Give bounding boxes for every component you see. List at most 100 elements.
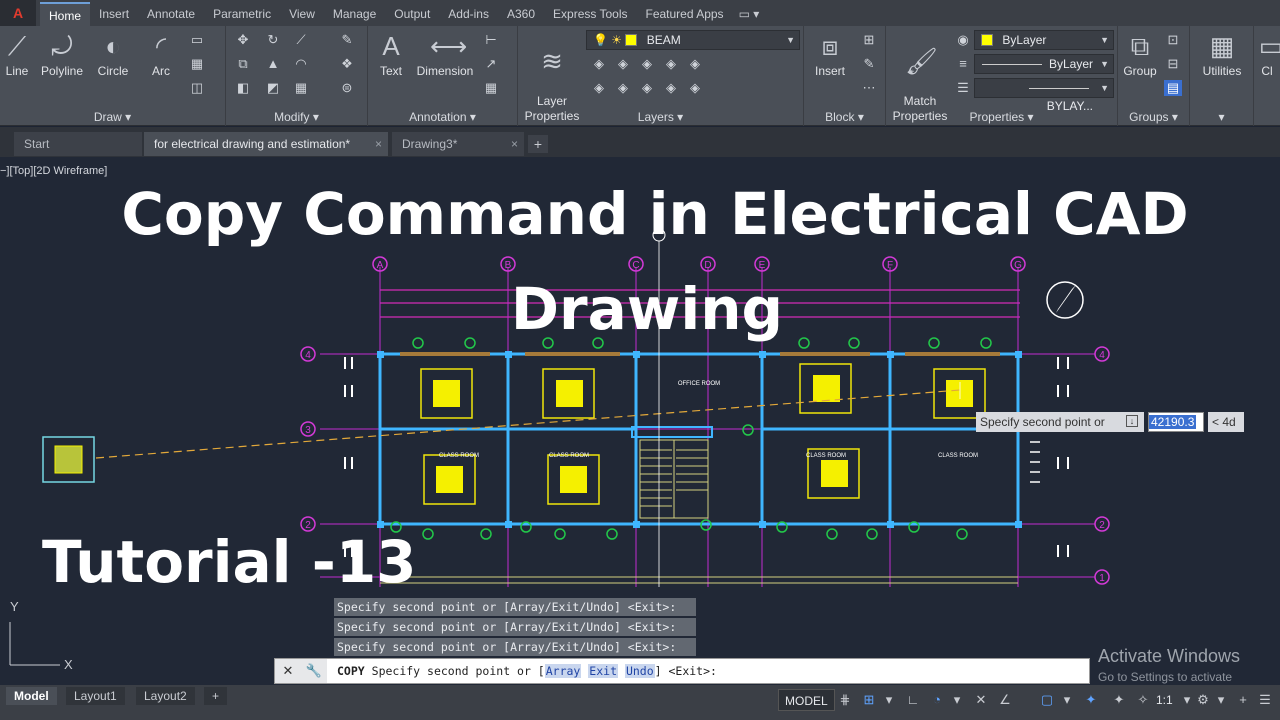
tab-drawing3[interactable]: Drawing3* × <box>392 132 524 156</box>
make-current-icon[interactable]: ◈ <box>686 56 704 72</box>
application-menu-button[interactable]: A <box>0 0 36 26</box>
mirror-icon[interactable]: ▲ <box>264 56 282 72</box>
chevron-down-icon[interactable]: ▾ <box>948 691 966 709</box>
erase-icon[interactable]: ✎ <box>338 32 356 48</box>
ribbon-display-toggle-icon[interactable]: ▭ ▾ <box>733 2 766 26</box>
layer-unlock-icon[interactable]: ◈ <box>662 80 680 96</box>
add-layout-button[interactable]: + <box>204 687 228 705</box>
clipboard-button[interactable]: ▭ Cl <box>1256 30 1280 78</box>
chevron-down-icon[interactable]: ▾ <box>880 691 898 709</box>
block-attribute-icon[interactable]: ⋯ <box>860 80 878 96</box>
layers-panel-title[interactable]: Layers ▾ <box>518 110 803 124</box>
edit-block-icon[interactable]: ✎ <box>860 56 878 72</box>
trim-icon[interactable]: ⟋ <box>292 32 310 48</box>
layer-freeze-icon[interactable]: ◈ <box>638 56 656 72</box>
close-icon[interactable]: × <box>511 132 518 156</box>
modify-panel-title[interactable]: Modify ▾ <box>226 110 367 124</box>
stretch-icon[interactable]: ◧ <box>234 80 252 96</box>
explode-icon[interactable]: ❖ <box>338 56 356 72</box>
add-icon[interactable]: + <box>1234 691 1252 709</box>
utilities-button[interactable]: ▦ Utilities <box>1196 30 1248 78</box>
tab-featured-apps[interactable]: Featured Apps <box>637 2 733 26</box>
create-block-icon[interactable]: ⊞ <box>860 32 878 48</box>
color-dropdown[interactable]: ByLayer ▼ <box>974 30 1114 50</box>
close-icon[interactable]: × <box>375 132 382 156</box>
move-icon[interactable]: ✥ <box>234 32 252 48</box>
table-icon[interactable]: ▦ <box>482 80 500 96</box>
utilities-expand[interactable]: ▾ <box>1190 110 1253 124</box>
line-button[interactable]: ⟋ Line <box>2 30 32 78</box>
option-undo[interactable]: Undo <box>624 664 655 678</box>
layout-tab-layout2[interactable]: Layout2 <box>136 687 195 705</box>
offset-icon[interactable]: ⊜ <box>338 80 356 96</box>
layer-isolate-icon[interactable]: ◈ <box>614 56 632 72</box>
layer-walk-icon[interactable]: ◈ <box>686 80 704 96</box>
viewport-controls[interactable]: −][Top][2D Wireframe] <box>0 165 107 177</box>
tab-parametric[interactable]: Parametric <box>204 2 280 26</box>
circle-button[interactable]: ◐ Circle <box>94 30 132 78</box>
annotation-scale-icon[interactable]: ✧ <box>1134 691 1152 709</box>
arc-button[interactable]: ◜ Arc <box>144 30 178 78</box>
linear-dimension-icon[interactable]: ⊢ <box>482 32 500 48</box>
rectangle-icon[interactable]: ▭ <box>188 32 206 48</box>
new-tab-button[interactable]: + <box>528 135 548 153</box>
gear-icon[interactable]: ⚙ <box>1194 691 1212 709</box>
layer-thaw-icon[interactable]: ◈ <box>638 80 656 96</box>
ortho-icon[interactable]: ∟ <box>904 691 922 709</box>
insert-block-button[interactable]: ⧈ Insert <box>808 30 852 78</box>
layer-previous-icon[interactable]: ◈ <box>614 80 632 96</box>
tab-express-tools[interactable]: Express Tools <box>544 2 636 26</box>
draw-panel-title[interactable]: Draw ▾ <box>0 110 225 124</box>
layer-match-icon[interactable]: ◈ <box>590 80 608 96</box>
polar-tracking-icon[interactable]: ◔ <box>928 691 946 709</box>
tab-add-ins[interactable]: Add-ins <box>439 2 498 26</box>
chevron-down-icon[interactable]: ▾ <box>1212 691 1230 709</box>
fillet-icon[interactable]: ◠ <box>292 56 310 72</box>
group-select-icon[interactable]: ▤ <box>1164 80 1182 96</box>
dimension-button[interactable]: ⟷ Dimension <box>414 30 476 78</box>
group-edit-icon[interactable]: ⊟ <box>1164 56 1182 72</box>
region-icon[interactable]: ◫ <box>188 80 206 96</box>
rotate-icon[interactable]: ↻ <box>264 32 282 48</box>
angle-input[interactable]: < 4d <box>1208 412 1244 432</box>
auto-scale-icon[interactable]: ✦ <box>1110 691 1128 709</box>
object-snap-icon[interactable]: ▢ <box>1038 691 1056 709</box>
customize-icon[interactable]: ☰ <box>1256 691 1274 709</box>
layer-off-icon[interactable]: ◈ <box>590 56 608 72</box>
grid-icon[interactable]: ⋕ <box>836 691 854 709</box>
tab-insert[interactable]: Insert <box>90 2 138 26</box>
tab-start[interactable]: Start <box>14 132 142 156</box>
layout-tab-model[interactable]: Model <box>6 687 57 705</box>
properties-panel-title[interactable]: Properties ▾ <box>886 110 1117 124</box>
model-space-button[interactable]: MODEL <box>778 689 835 711</box>
array-icon[interactable]: ▦ <box>292 80 310 96</box>
tab-view[interactable]: View <box>280 2 324 26</box>
lineweight-dropdown[interactable]: BYLAY... ▼ <box>974 78 1114 113</box>
object-snap-tracking-icon[interactable]: ∠ <box>996 691 1014 709</box>
hatch-icon[interactable]: ▦ <box>188 56 206 72</box>
groups-panel-title[interactable]: Groups ▾ <box>1118 110 1189 124</box>
annotation-visibility-icon[interactable]: ✦ <box>1082 691 1100 709</box>
linetype-dropdown[interactable]: ByLayer ▼ <box>974 54 1114 74</box>
options-menu-icon[interactable]: ↓ <box>1126 415 1138 427</box>
layout-tab-layout1[interactable]: Layout1 <box>66 687 125 705</box>
polyline-button[interactable]: ⤾ Polyline <box>38 30 86 78</box>
chevron-down-icon[interactable]: ▾ <box>1058 691 1076 709</box>
wrench-icon[interactable]: 🔧 <box>301 659 327 683</box>
annotation-scale-value[interactable]: 1:1 <box>1156 691 1173 709</box>
layer-lock-icon[interactable]: ◈ <box>662 56 680 72</box>
block-panel-title[interactable]: Block ▾ <box>804 110 885 124</box>
close-icon[interactable]: ✕ <box>275 659 301 683</box>
command-line[interactable]: ✕ 🔧 COPY Specify second point or [Array … <box>274 658 1090 684</box>
option-exit[interactable]: Exit <box>588 664 618 678</box>
group-button[interactable]: ⧉ Group <box>1120 30 1160 78</box>
tab-home[interactable]: Home <box>40 2 91 26</box>
tab-output[interactable]: Output <box>385 2 439 26</box>
layer-dropdown[interactable]: 💡 ☀ BEAM ▼ <box>586 30 800 50</box>
option-array[interactable]: Array <box>544 664 582 678</box>
scale-icon[interactable]: ◩ <box>264 80 282 96</box>
annotation-panel-title[interactable]: Annotation ▾ <box>368 110 517 124</box>
text-button[interactable]: A Text <box>374 30 408 78</box>
ungroup-icon[interactable]: ⊡ <box>1164 32 1182 48</box>
tab-a360[interactable]: A360 <box>498 2 544 26</box>
